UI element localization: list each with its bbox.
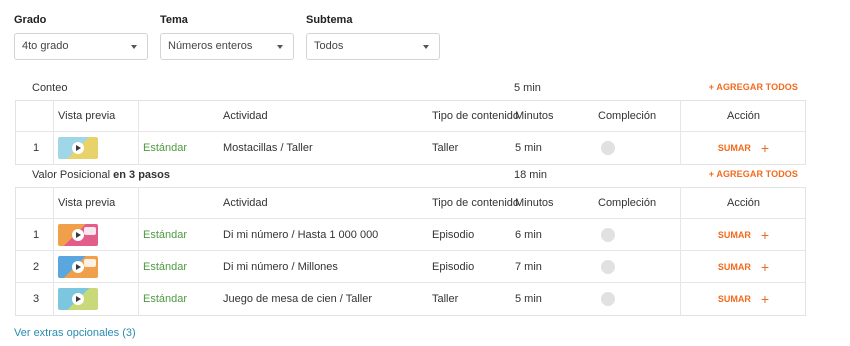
activity-minutes: 5 min [515, 142, 542, 154]
section-title: Conteo [32, 82, 68, 94]
completion-circle-icon [601, 227, 615, 242]
grado-select[interactable]: 4to grado [14, 33, 148, 60]
play-icon [72, 260, 84, 273]
subtema-select-value: Todos [314, 40, 344, 52]
content-type: Episodio [432, 260, 475, 273]
row-number: 1 [33, 228, 40, 241]
table-row: 1 Estándar Mostacillas / Taller Taller 5… [16, 132, 805, 164]
col-activity: Actividad [223, 110, 268, 122]
add-all-button[interactable]: + AGREGAR TODOS [709, 82, 798, 92]
completion-indicator [598, 132, 615, 164]
col-completion: Compleción [598, 110, 657, 122]
sumar-label: SUMAR [717, 229, 751, 240]
preview-thumbnail[interactable] [58, 219, 98, 250]
col-type: Tipo de contenido [432, 110, 520, 122]
subtema-select[interactable]: Todos [306, 33, 440, 60]
col-action: Acción [726, 110, 761, 122]
activity-minutes: 7 min [515, 260, 542, 273]
tema-select-value: Números enteros [168, 40, 253, 52]
sumar-label: SUMAR [717, 261, 751, 272]
activity-minutes: 5 min [515, 293, 542, 305]
col-activity: Actividad [223, 197, 268, 209]
tema-select[interactable]: Números enteros [160, 33, 294, 60]
col-preview: Vista previa [58, 110, 116, 122]
table-header-row: Vista previa Actividad Tipo de contenido… [16, 188, 805, 219]
play-icon [72, 142, 84, 154]
section-header-valor-posicional: Valor Posicional en 3 pasos 18 min + AGR… [15, 164, 806, 186]
activity-minutes: 6 min [515, 228, 542, 241]
chevron-down-icon [423, 45, 429, 49]
content-type: Episodio [432, 228, 475, 241]
col-action: Acción [726, 197, 761, 209]
section-title: Valor Posicional en 3 pasos [32, 169, 170, 181]
tema-label: Tema [160, 14, 188, 26]
play-icon [72, 293, 84, 305]
play-icon [72, 228, 84, 241]
standard-link[interactable]: Estándar [143, 251, 187, 282]
col-type: Tipo de contenido [432, 197, 520, 209]
completion-circle-icon [601, 292, 615, 306]
activity-name: Mostacillas / Taller [223, 142, 313, 154]
plus-icon: + [760, 226, 770, 243]
sumar-button[interactable]: SUMAR + [680, 283, 807, 315]
chevron-down-icon [277, 45, 283, 49]
plus-icon: + [760, 291, 770, 307]
activity-name: Di mi número / Millones [223, 260, 338, 273]
table-row: 1 Estándar Di mi número / Hasta 1 000 00… [16, 219, 805, 251]
plus-icon: + [760, 140, 770, 156]
col-completion: Compleción [598, 197, 657, 209]
standard-link[interactable]: Estándar [143, 132, 187, 164]
table-header-row: Vista previa Actividad Tipo de contenido… [16, 101, 805, 132]
preview-thumbnail[interactable] [58, 132, 98, 164]
standard-link[interactable]: Estándar [143, 283, 187, 315]
grado-label: Grado [14, 14, 47, 26]
col-minutes: Minutos [515, 110, 554, 122]
preview-thumbnail[interactable] [58, 283, 98, 315]
subtema-label: Subtema [306, 14, 353, 26]
col-minutes: Minutos [515, 197, 554, 209]
section-minutes: 5 min [514, 82, 541, 94]
col-preview: Vista previa [58, 197, 116, 209]
completion-indicator [598, 251, 615, 282]
content-type: Taller [432, 142, 459, 154]
activity-table-conteo: Vista previa Actividad Tipo de contenido… [15, 100, 806, 165]
section-header-conteo: Conteo 5 min + AGREGAR TODOS [15, 77, 806, 99]
row-number: 2 [33, 260, 40, 273]
sumar-button[interactable]: SUMAR + [680, 251, 807, 282]
completion-circle-icon [601, 141, 615, 155]
section-minutes: 18 min [514, 169, 548, 181]
add-all-button[interactable]: + AGREGAR TODOS [709, 169, 798, 179]
completion-indicator [598, 283, 615, 315]
standard-link[interactable]: Estándar [143, 219, 187, 250]
activity-table-valor-posicional: Vista previa Actividad Tipo de contenido… [15, 187, 806, 316]
preview-thumbnail[interactable] [58, 251, 98, 282]
sumar-label: SUMAR [717, 294, 751, 304]
optional-extras-link[interactable]: Ver extras opcionales (3) [14, 327, 136, 339]
sumar-button[interactable]: SUMAR + [680, 132, 807, 164]
row-number: 1 [33, 142, 40, 154]
activity-name: Di mi número / Hasta 1 000 000 [223, 228, 379, 241]
sumar-label: SUMAR [717, 143, 751, 153]
activity-name: Juego de mesa de cien / Taller [223, 293, 372, 305]
sumar-button[interactable]: SUMAR + [680, 219, 807, 250]
grado-select-value: 4to grado [22, 40, 69, 52]
completion-circle-icon [601, 259, 615, 274]
table-row: 3 Estándar Juego de mesa de cien / Talle… [16, 283, 805, 315]
row-number: 3 [33, 293, 40, 305]
chevron-down-icon [131, 45, 137, 49]
table-row: 2 Estándar Di mi número / Millones Episo… [16, 251, 805, 283]
plus-icon: + [760, 258, 770, 275]
completion-indicator [598, 219, 615, 250]
content-type: Taller [432, 293, 459, 305]
